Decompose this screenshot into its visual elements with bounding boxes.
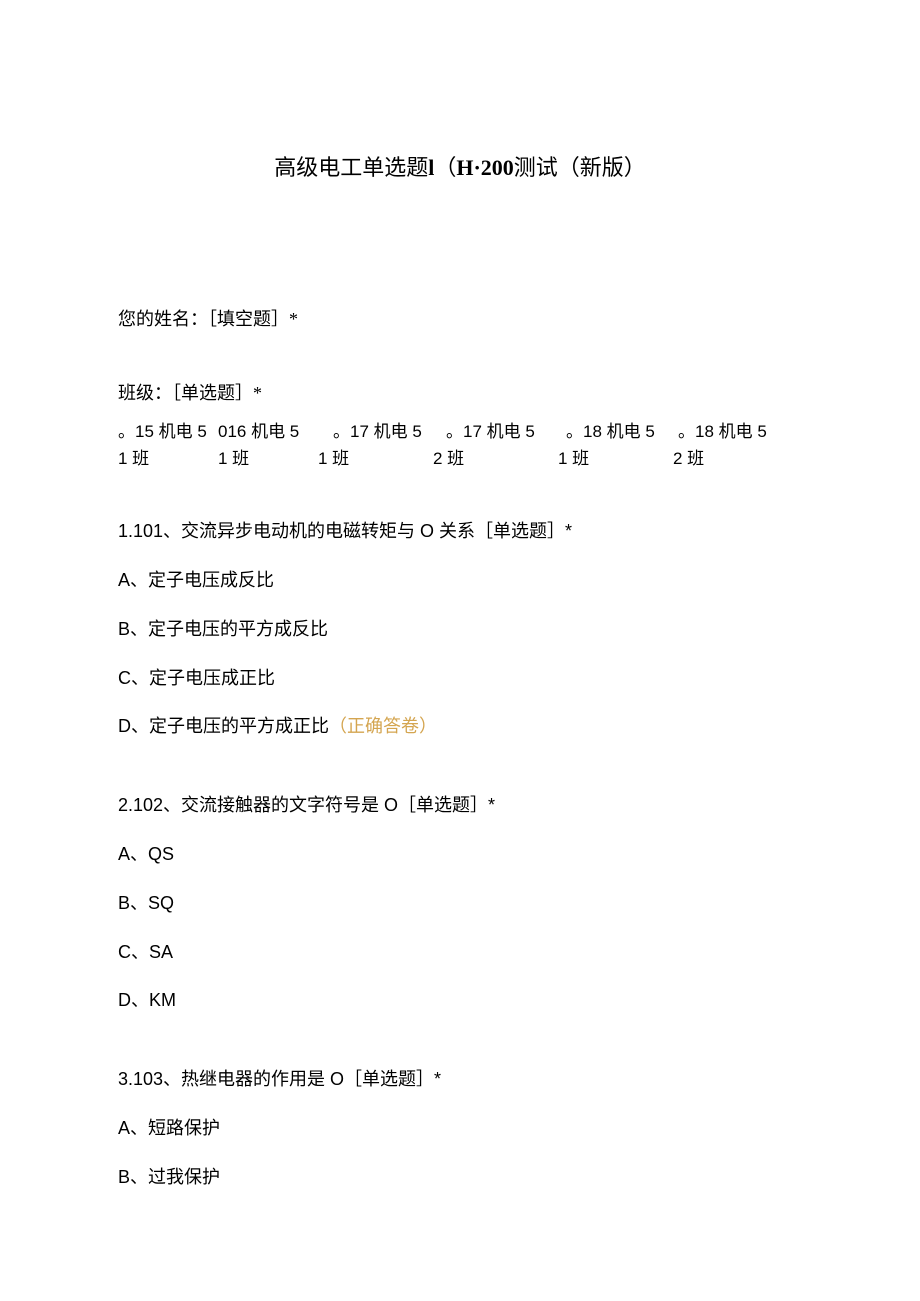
title-part4: H·200 bbox=[456, 155, 513, 180]
title-part1: 高级电工单选题 bbox=[274, 155, 428, 180]
question-1: 1.101、交流异步电动机的电磁转矩与 O 关系［单选题］* A、定子电压成反比… bbox=[118, 517, 802, 741]
question-3-option-b[interactable]: B、过我保护 bbox=[118, 1163, 802, 1192]
question-1-option-d[interactable]: D、定子电压的平方成正比（正确答卷） bbox=[118, 712, 802, 741]
question-1-option-c[interactable]: C、定子电压成正比 bbox=[118, 664, 802, 693]
question-2-option-d[interactable]: D、KM bbox=[118, 986, 802, 1015]
class-option-4b: 2 班 bbox=[433, 445, 558, 472]
class-options-group: 。15 机电 5 016 机电 5 。17 机电 5 。17 机电 5 。18 … bbox=[118, 418, 802, 472]
question-2-option-b[interactable]: B、SQ bbox=[118, 889, 802, 918]
question-2: 2.102、交流接触器的文字符号是 O［单选题］* A、QS B、SQ C、SA… bbox=[118, 791, 802, 1015]
class-option-3a[interactable]: 。17 机电 5 bbox=[333, 418, 446, 445]
question-1-title: 1.101、交流异步电动机的电磁转矩与 O 关系［单选题］* bbox=[118, 517, 802, 546]
class-option-1a[interactable]: 。15 机电 5 bbox=[118, 418, 218, 445]
question-2-title: 2.102、交流接触器的文字符号是 O［单选题］* bbox=[118, 791, 802, 820]
class-option-6b: 2 班 bbox=[673, 445, 704, 472]
question-3: 3.103、热继电器的作用是 O［单选题］* A、短路保护 B、过我保护 bbox=[118, 1065, 802, 1191]
question-2-option-c[interactable]: C、SA bbox=[118, 938, 802, 967]
title-part5: 测试（新版） bbox=[514, 155, 646, 180]
page-title: 高级电工单选题l（H·200测试（新版） bbox=[118, 150, 802, 185]
class-option-3b: 1 班 bbox=[318, 445, 433, 472]
question-3-title: 3.103、热继电器的作用是 O［单选题］* bbox=[118, 1065, 802, 1094]
class-option-4a[interactable]: 。17 机电 5 bbox=[446, 418, 566, 445]
title-part3: （ bbox=[434, 155, 456, 180]
class-option-1b: 1 班 bbox=[118, 445, 218, 472]
class-option-2a[interactable]: 016 机电 5 bbox=[218, 418, 333, 445]
class-option-6a[interactable]: 。18 机电 5 bbox=[678, 418, 767, 445]
question-1-option-a[interactable]: A、定子电压成反比 bbox=[118, 566, 802, 595]
correct-answer-marker: （正确答卷） bbox=[329, 716, 437, 736]
class-field-label: 班级：［单选题］* bbox=[118, 379, 802, 408]
question-2-option-a[interactable]: A、QS bbox=[118, 840, 802, 869]
question-3-option-a[interactable]: A、短路保护 bbox=[118, 1114, 802, 1143]
question-1-option-b[interactable]: B、定子电压的平方成反比 bbox=[118, 615, 802, 644]
class-option-5b: 1 班 bbox=[558, 445, 673, 472]
question-1-option-d-text: D、定子电压的平方成正比 bbox=[118, 716, 329, 736]
class-option-2b: 1 班 bbox=[218, 445, 318, 472]
name-field-label: 您的姓名：［填空题］* bbox=[118, 305, 802, 334]
class-option-5a[interactable]: 。18 机电 5 bbox=[566, 418, 678, 445]
